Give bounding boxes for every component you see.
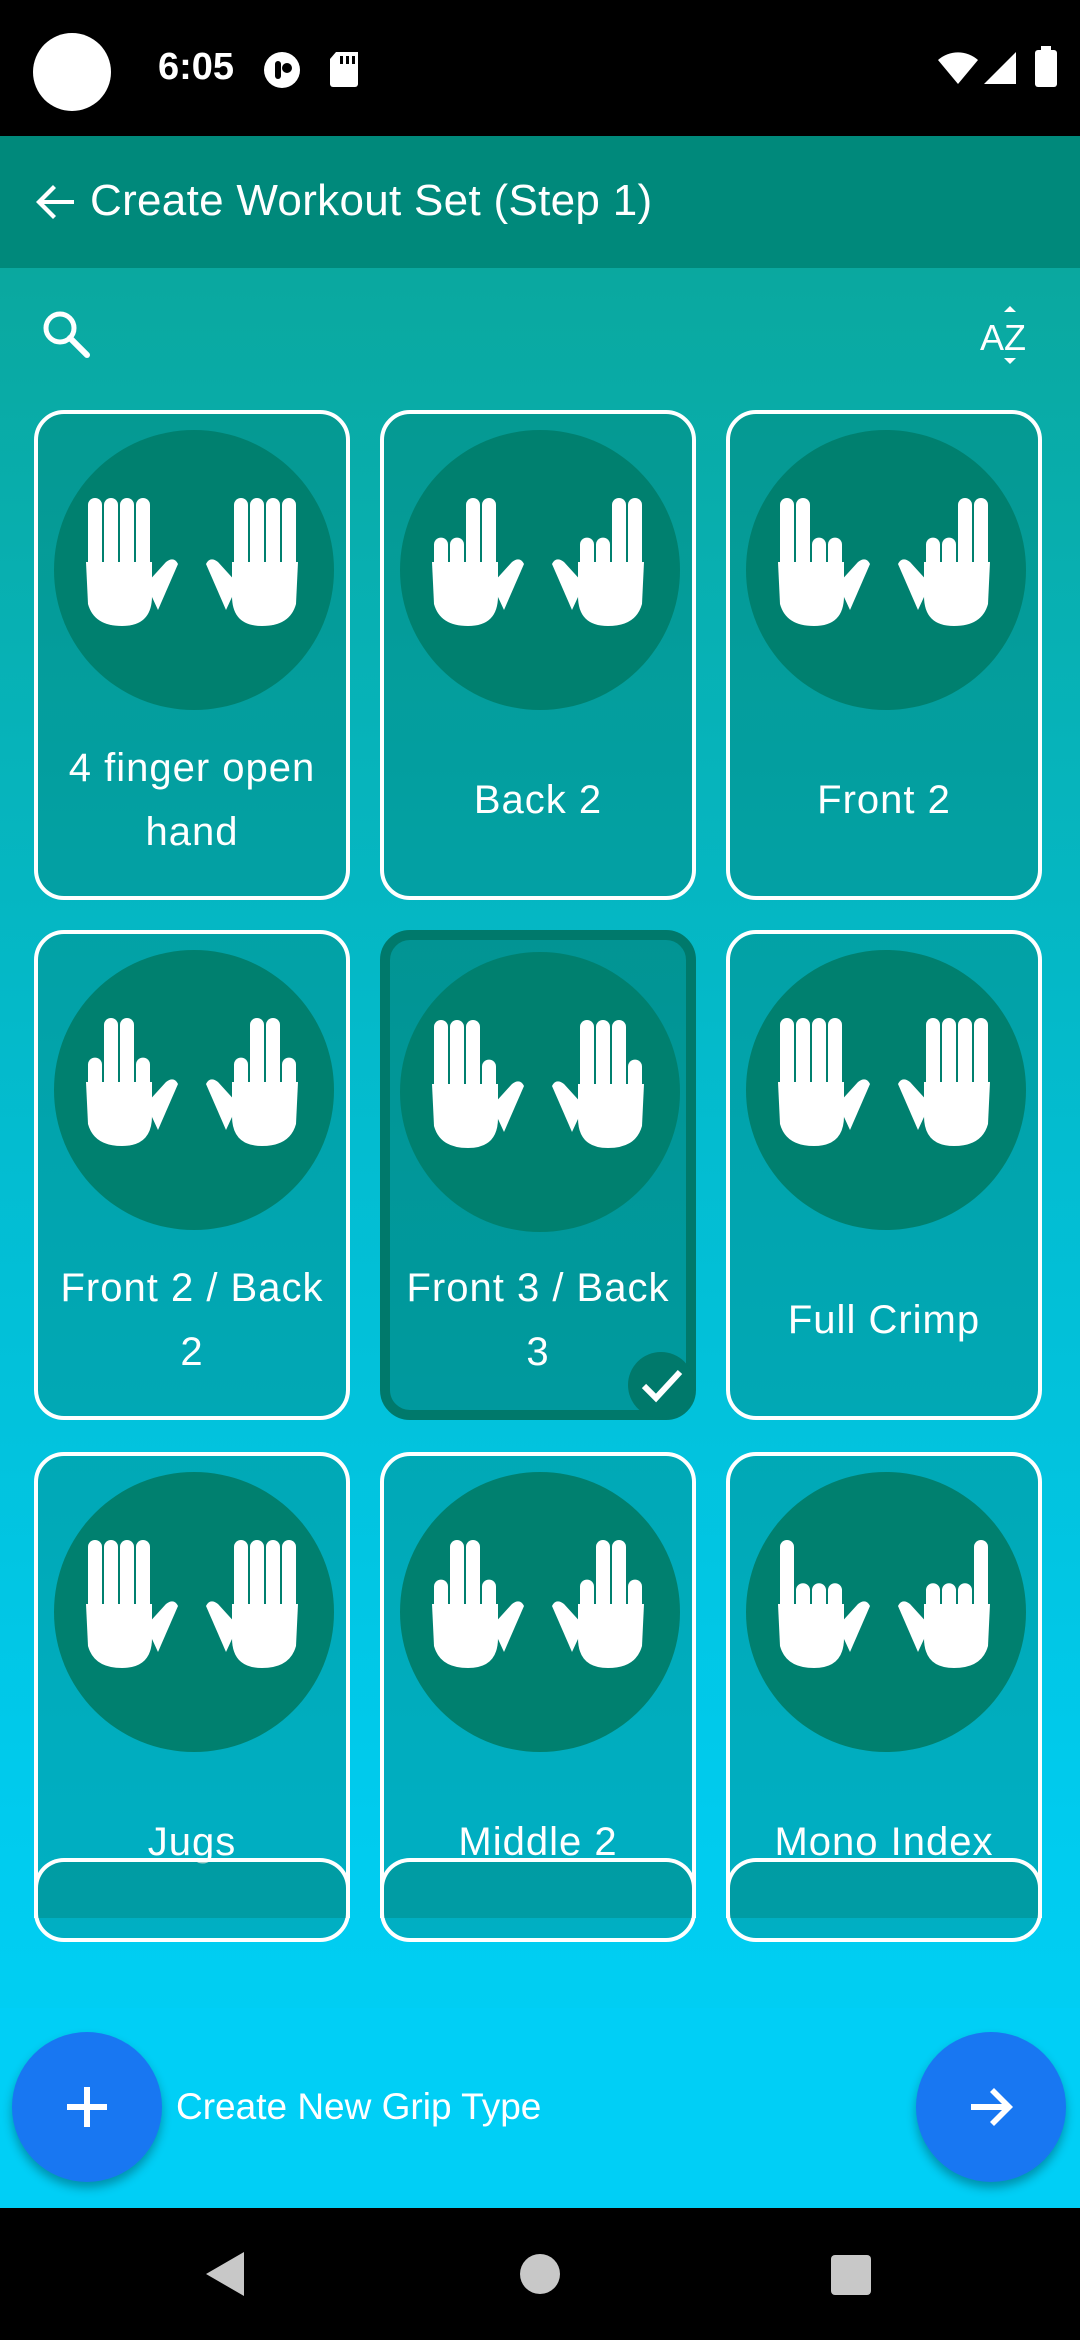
hands-icon bbox=[432, 498, 644, 626]
grip-label: Full Crimp bbox=[787, 1298, 981, 1342]
grip-avatar bbox=[54, 950, 334, 1230]
phone-screen: 6:05 Create Workout Set (Step 1) AZ 4 fi… bbox=[0, 0, 1080, 2340]
grip-label: Front 2 bbox=[817, 778, 951, 822]
back-arrow-icon[interactable] bbox=[28, 174, 84, 230]
grip-card-partial[interactable] bbox=[380, 1858, 696, 1918]
grip-card[interactable]: Front 3 / Back 3 bbox=[380, 930, 696, 1420]
grip-avatar bbox=[746, 1472, 1026, 1752]
grip-label: Back 2 bbox=[473, 778, 603, 822]
grip-avatar bbox=[400, 430, 680, 710]
grip-avatar bbox=[54, 430, 334, 710]
grip-label: Front 2 / Back 2 bbox=[60, 1266, 324, 1374]
app-bar: Create Workout Set (Step 1) bbox=[0, 136, 1080, 268]
grip-card[interactable]: Back 2 bbox=[380, 410, 696, 900]
grip-card[interactable]: Front 2 bbox=[726, 410, 1042, 900]
grip-avatar bbox=[54, 1472, 334, 1752]
grip-label: 4 finger open hand bbox=[68, 746, 316, 854]
create-new-grip-label[interactable]: Create New Grip Type bbox=[176, 2086, 541, 2128]
notification-icon bbox=[264, 52, 300, 88]
grip-card[interactable]: Front 2 / Back 2 bbox=[34, 930, 350, 1420]
grip-card-partial[interactable] bbox=[34, 1858, 350, 1918]
status-time: 6:05 bbox=[158, 46, 235, 88]
grip-card-partial[interactable] bbox=[726, 1858, 1042, 1918]
nav-recents-icon[interactable] bbox=[830, 2254, 872, 2296]
hands-icon bbox=[778, 498, 990, 626]
selected-check-icon bbox=[628, 1352, 694, 1418]
system-nav-bar bbox=[0, 2208, 1080, 2340]
arrow-forward-icon bbox=[971, 2088, 1013, 2126]
hands-icon bbox=[86, 1540, 298, 1668]
content-area: AZ 4 finger open hand Back 2 Front 2 Front … bbox=[0, 268, 1080, 2208]
nav-back-icon[interactable] bbox=[204, 2250, 248, 2298]
sd-card-icon bbox=[330, 52, 358, 87]
plus-icon bbox=[67, 2087, 107, 2127]
svg-text:AZ: AZ bbox=[980, 317, 1026, 358]
hands-icon bbox=[86, 498, 298, 626]
next-step-fab[interactable] bbox=[916, 2032, 1066, 2182]
sort-az-button[interactable]: AZ bbox=[980, 306, 1040, 366]
page-title: Create Workout Set (Step 1) bbox=[90, 176, 653, 225]
hands-icon bbox=[86, 1018, 298, 1146]
grip-card[interactable]: Full Crimp bbox=[726, 930, 1042, 1420]
battery-icon bbox=[1035, 46, 1057, 87]
hands-icon bbox=[432, 1020, 644, 1148]
grip-avatar bbox=[400, 1472, 680, 1752]
hands-icon bbox=[778, 1540, 990, 1668]
search-icon[interactable] bbox=[40, 308, 92, 360]
grip-avatar bbox=[746, 950, 1026, 1230]
grip-card[interactable]: 4 finger open hand bbox=[34, 410, 350, 900]
camera-cutout bbox=[33, 33, 111, 111]
wifi-icon bbox=[938, 52, 978, 84]
grip-avatar bbox=[746, 430, 1026, 710]
create-grip-fab[interactable] bbox=[12, 2032, 162, 2182]
hands-icon bbox=[432, 1540, 644, 1668]
status-bar: 6:05 bbox=[0, 0, 1080, 136]
grip-grid: 4 finger open hand Back 2 Front 2 Front 2 /… bbox=[0, 410, 1080, 2010]
signal-icon bbox=[984, 52, 1016, 84]
nav-home-icon[interactable] bbox=[518, 2252, 562, 2296]
hands-icon bbox=[778, 1018, 990, 1146]
grip-avatar bbox=[400, 952, 680, 1232]
sort-az-icon: AZ bbox=[980, 306, 1026, 364]
